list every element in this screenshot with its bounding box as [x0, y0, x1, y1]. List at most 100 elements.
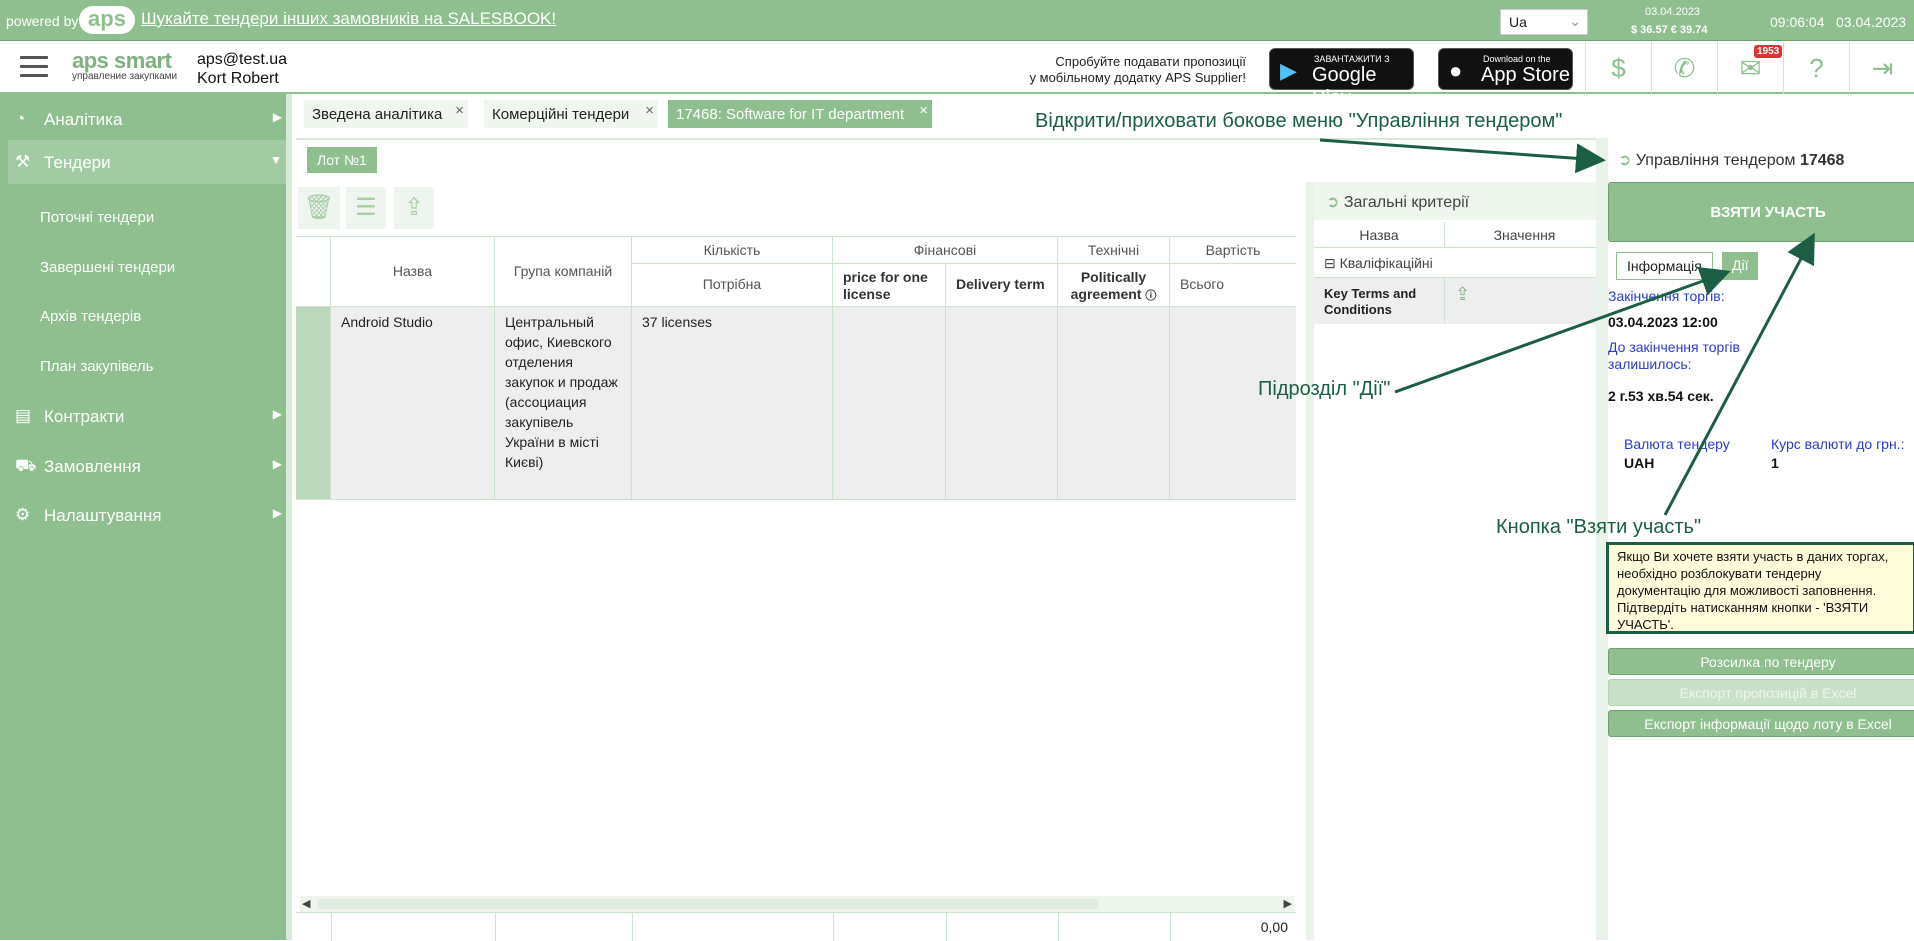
user-name: Kort Robert: [197, 70, 279, 87]
dollar-icon[interactable]: $: [1585, 42, 1651, 94]
col-header-quantity: Кількість: [632, 237, 833, 264]
caret-right-icon: ▶: [272, 407, 282, 421]
horizontal-scrollbar[interactable]: ◀ ▶: [300, 896, 1294, 912]
top-bar: powered by aps Шукайте тендери інших зам…: [0, 0, 1914, 41]
criteria-item-name: Key Terms and Conditions: [1314, 278, 1445, 324]
criteria-panel: ➲ Загальні критерії Назва Значення ⊟ Ква…: [1306, 182, 1604, 940]
collapse-icon[interactable]: ⊟: [1324, 255, 1336, 271]
google-play-big: Google Play: [1312, 64, 1377, 109]
tab-tender-17468[interactable]: 17468: Software for IT department ×: [668, 100, 932, 128]
aps-logo[interactable]: aps: [79, 6, 135, 34]
sidebar-subitem-current[interactable]: Поточні тендери: [40, 209, 154, 226]
tab-information[interactable]: Інформація: [1616, 252, 1713, 280]
row-selector[interactable]: [296, 307, 331, 500]
offers-table: Назва Група компаній Кількість Фінансові…: [296, 236, 1296, 940]
help-icon[interactable]: ?: [1783, 42, 1849, 94]
tab-label: Зведена аналітика: [312, 106, 443, 123]
menu-burger-icon[interactable]: [20, 56, 48, 78]
col-header-delivery: Delivery term: [946, 264, 1058, 307]
criteria-col-value: Значення: [1445, 222, 1604, 248]
cell-delivery[interactable]: [946, 307, 1058, 500]
logo-sub: управление закупками: [72, 71, 178, 82]
sidebar-item-label: Тендери: [44, 153, 111, 172]
tab-separator: [296, 138, 1596, 140]
pie-chart-icon: ◔: [15, 109, 26, 128]
info-icon[interactable]: ⓘ: [1145, 290, 1156, 302]
caret-down-icon: ▼: [270, 153, 282, 167]
language-value: Ua: [1509, 14, 1527, 30]
google-play-icon: ▶: [1280, 58, 1297, 83]
currency-label: Валюта тендеру: [1624, 436, 1730, 452]
export-offers-button[interactable]: Експорт пропозицій в Excel: [1608, 679, 1914, 706]
cell-required: 37 licenses: [632, 307, 833, 500]
outdent-icon[interactable]: ☰: [346, 187, 386, 229]
close-icon[interactable]: ×: [645, 102, 654, 119]
truck-icon: ⛟: [15, 456, 37, 475]
grid-toolbar: 🗑 ☰ ⇪: [298, 183, 1298, 233]
google-play-button[interactable]: ▶ ЗАВАНТАЖИТИ З Google Play: [1269, 48, 1414, 109]
sidebar-item-orders[interactable]: ⛟ Замовлення ▶: [0, 444, 286, 488]
caret-right-icon: ▶: [272, 110, 282, 124]
cell-group: Центральный офис, Киевского отделения за…: [495, 307, 632, 500]
take-part-button[interactable]: ВЗЯТИ УЧАСТЬ: [1608, 182, 1914, 242]
tender-management-title[interactable]: ➲ Управління тендером 17468: [1618, 150, 1844, 170]
scroll-left-icon[interactable]: ◀: [302, 897, 310, 910]
scroll-right-icon[interactable]: ▶: [1284, 897, 1292, 910]
mail-icon[interactable]: ✉ 1953: [1717, 42, 1783, 94]
close-icon[interactable]: ×: [919, 102, 928, 119]
sidebar-item-label: Налаштування: [44, 506, 162, 525]
tender-mailing-button[interactable]: Розсилка по тендеру: [1608, 648, 1914, 675]
footer-divider: [946, 913, 947, 941]
panel-title-text: Управління тендером: [1635, 152, 1796, 169]
remaining-label: До закінчення торгів залишилось:: [1608, 339, 1740, 372]
google-play-small: ЗАВАНТАЖИТИ З: [1314, 54, 1390, 64]
language-select[interactable]: Ua ⌄: [1500, 9, 1588, 35]
sidebar-item-label: Замовлення: [44, 457, 141, 476]
sidebar-item-tenders[interactable]: ⚒ Тендери ▼: [8, 140, 286, 184]
chevron-down-icon: ⌄: [1569, 13, 1581, 29]
phone-icon[interactable]: ✆: [1651, 42, 1717, 94]
lot-button[interactable]: Лот №1: [307, 147, 377, 173]
cell-price[interactable]: [833, 307, 946, 500]
gavel-icon: ⚒: [15, 152, 31, 171]
tab-commercial-tenders[interactable]: Комерційні тендери ×: [484, 100, 658, 128]
export-lot-button[interactable]: Експорт інформації щодо лоту в Excel: [1608, 710, 1914, 737]
app-logo[interactable]: aps smart управление закупками: [72, 48, 184, 88]
sidebar-subitem-completed[interactable]: Завершені тендери: [40, 259, 175, 276]
sidebar-subitem-plan[interactable]: План закупівель: [40, 358, 153, 375]
col-header-total: Всього: [1170, 264, 1296, 307]
user-email: aps@test.ua: [197, 51, 288, 68]
logout-icon[interactable]: ⇥: [1849, 42, 1914, 94]
scrollbar-thumb[interactable]: [318, 899, 1098, 909]
sidebar-item-settings[interactable]: ⚙ Налаштування ▶: [0, 493, 286, 537]
sidebar-subitem-archive[interactable]: Архів тендерів: [40, 308, 141, 325]
upload-icon[interactable]: ⇪: [394, 187, 434, 229]
trash-icon[interactable]: 🗑: [298, 187, 340, 229]
tab-actions[interactable]: Дії: [1722, 252, 1759, 280]
tab-summary-analytics[interactable]: Зведена аналітика ×: [304, 100, 468, 128]
criteria-header[interactable]: ➲ Загальні критерії: [1314, 182, 1604, 220]
tender-management-panel: ➲ Управління тендером 17468 ВЗЯТИ УЧАСТЬ…: [1596, 138, 1914, 940]
criteria-group[interactable]: ⊟ Кваліфікаційні: [1314, 248, 1604, 278]
cell-political[interactable]: [1058, 307, 1170, 500]
cell-total: [1170, 307, 1296, 500]
upload-icon[interactable]: ⇪: [1445, 278, 1604, 324]
close-icon[interactable]: ×: [455, 102, 464, 119]
annotation-actions-section: Підрозділ "Дії": [1258, 378, 1391, 400]
col-header-political: Politically agreement ⓘ: [1058, 264, 1170, 307]
app-promo-line2: у мобільному додатку APS Supplier!: [1029, 70, 1246, 85]
table-footer: 0,00: [296, 912, 1296, 941]
document-icon: ▤: [15, 406, 32, 425]
arrow-side-menu: [1319, 138, 1606, 174]
sidebar-item-analytics[interactable]: ◔ Аналітика ▶: [0, 97, 286, 141]
col-header-financial: Фінансові: [833, 237, 1058, 264]
tender-id: 17468: [1799, 152, 1845, 169]
end-value: 03.04.2023 12:00: [1608, 314, 1718, 330]
chevron-circle-icon: ➲: [1326, 194, 1340, 211]
footer-divider: [833, 913, 834, 941]
table-header-blank: [296, 237, 331, 307]
app-store-button[interactable]: ● Download on the App Store: [1438, 48, 1573, 90]
sidebar-item-contracts[interactable]: ▤ Контракти ▶: [0, 394, 286, 438]
salesbook-promo-link[interactable]: Шукайте тендери інших замовників на SALE…: [141, 9, 556, 29]
mobile-app-promo: Спробуйте подавати пропозиції у мобільно…: [1000, 54, 1246, 86]
